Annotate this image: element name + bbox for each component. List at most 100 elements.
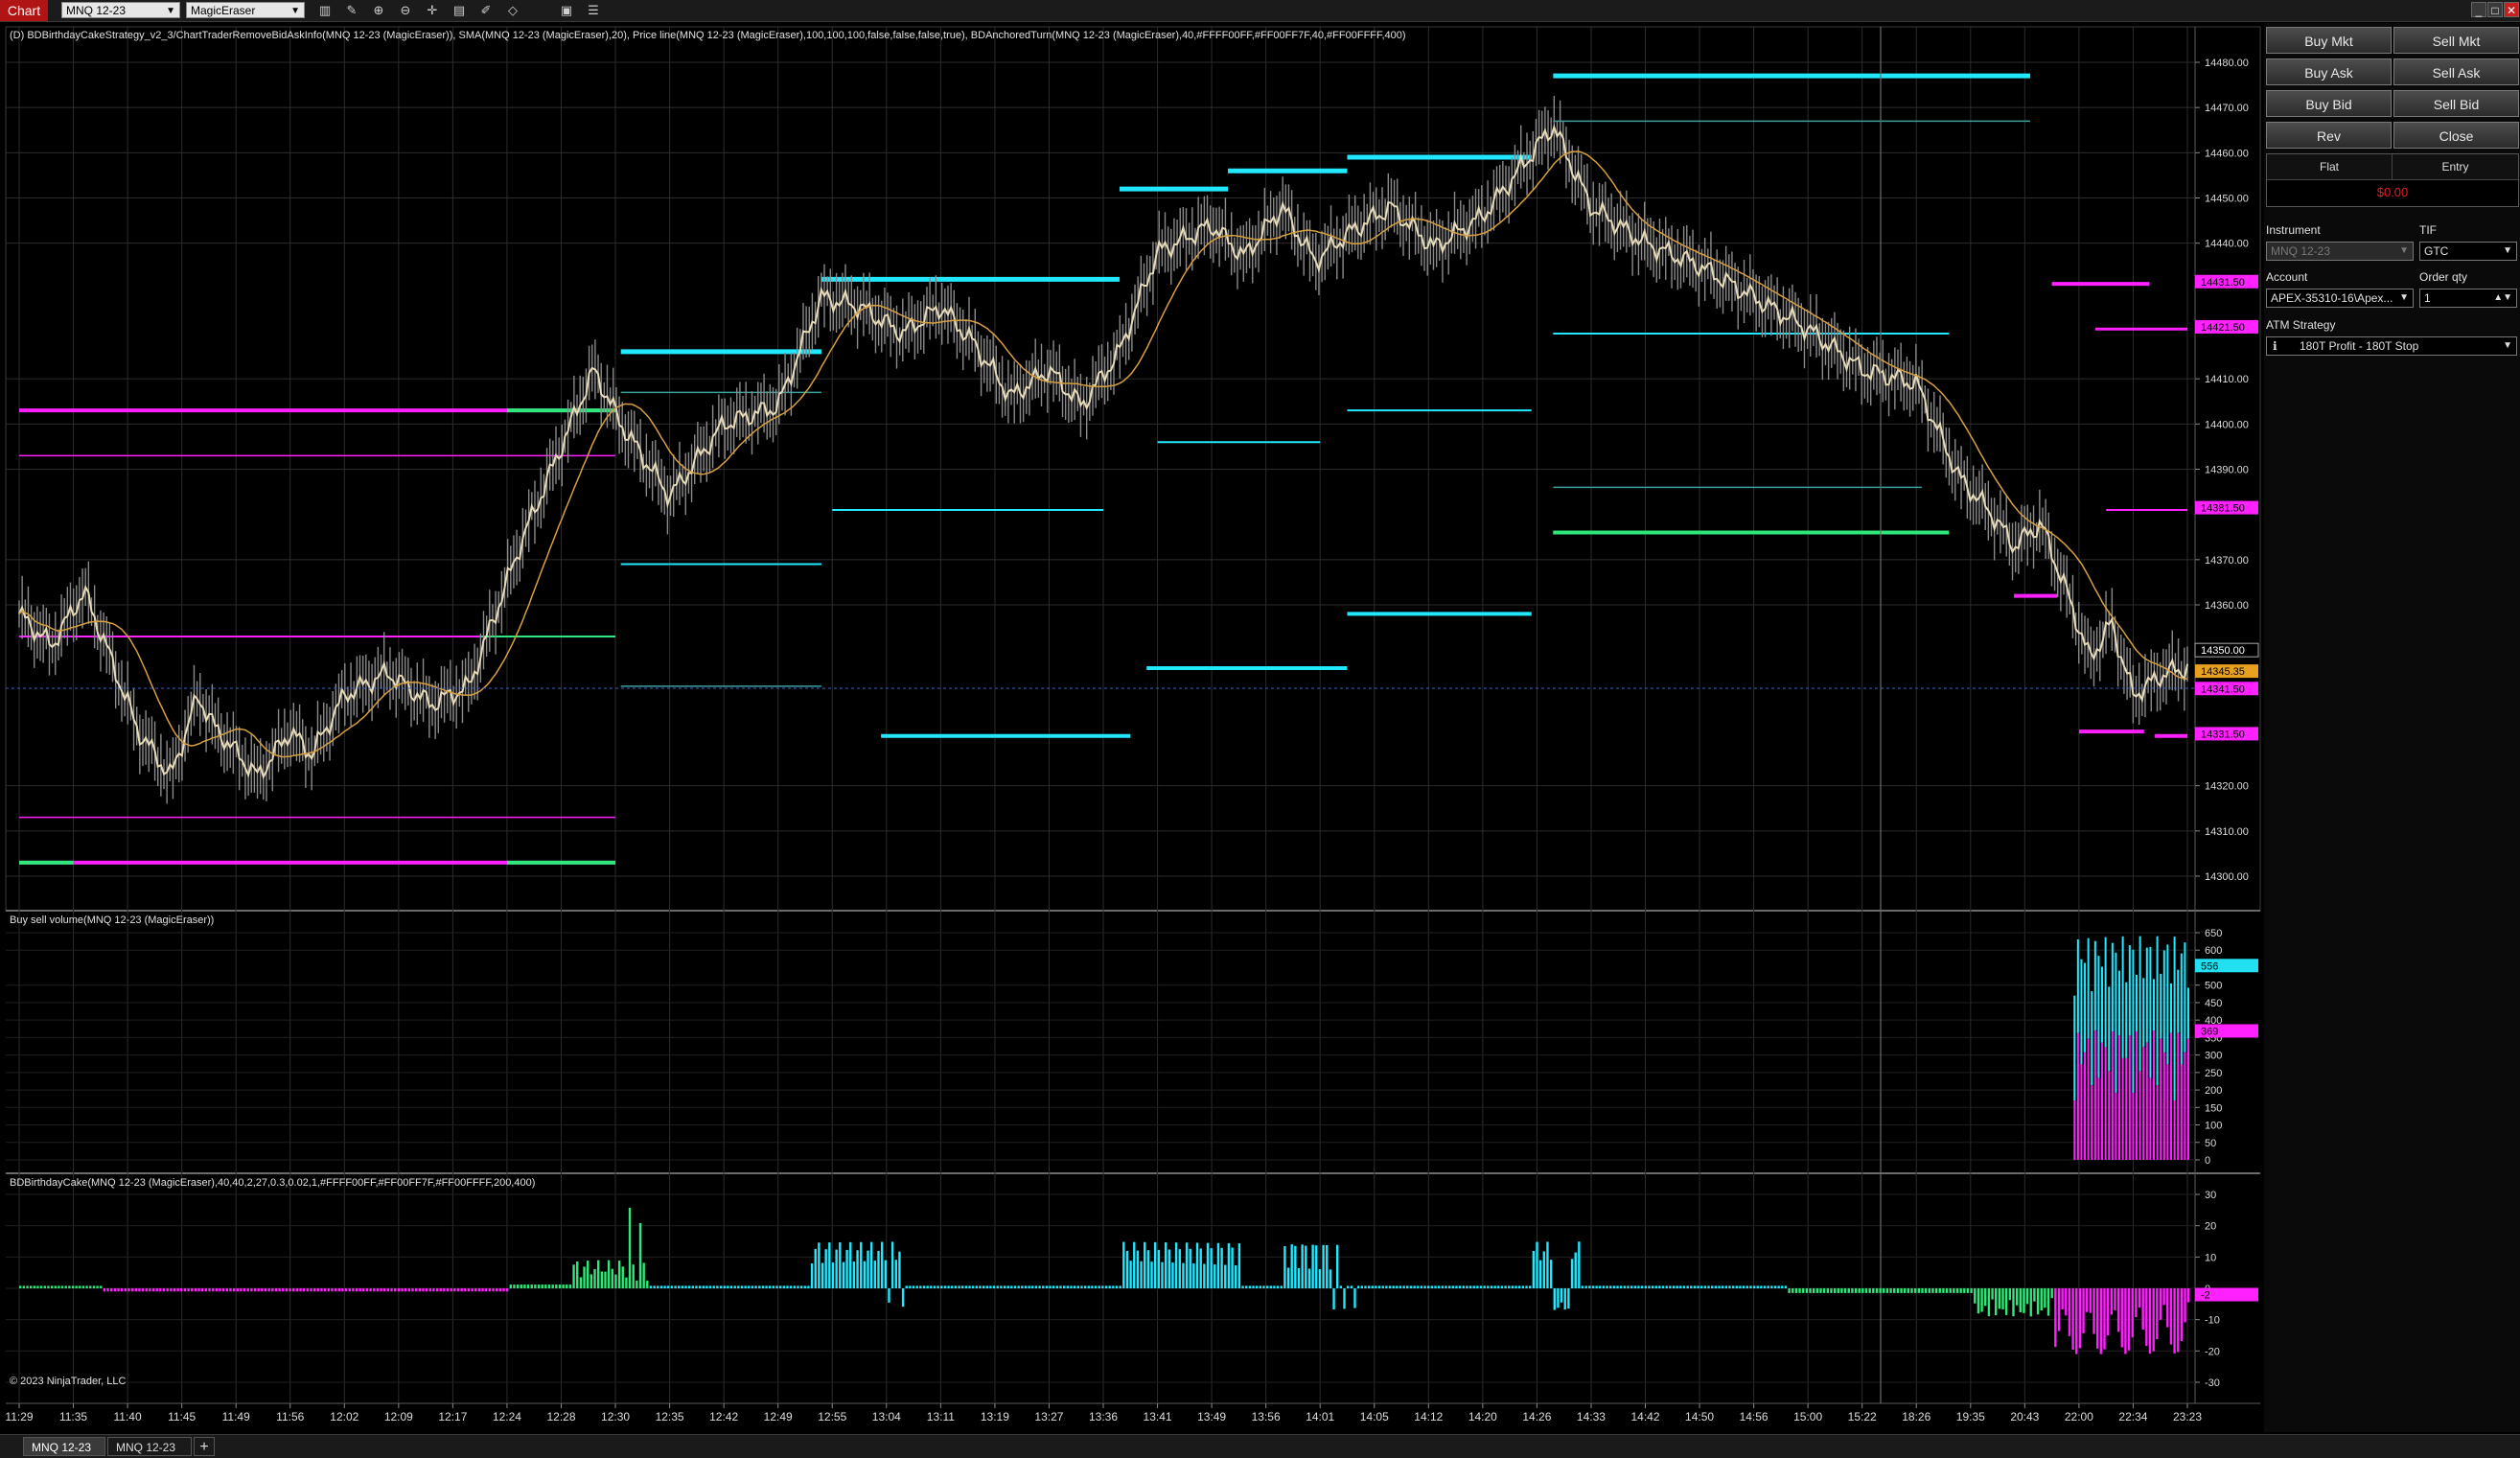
time-tick-label: 14:20 [1468,1410,1497,1423]
cake-bar [1497,1285,1500,1288]
sell-ask-button[interactable]: Sell Ask [2393,58,2519,85]
buy-volume-bar [2160,973,2162,1039]
cake-bar [1767,1285,1769,1288]
sell-volume-bar [2184,1052,2186,1160]
cake-bar [2173,1288,2176,1354]
price-tick-label: 14390.00 [2205,465,2249,476]
stepper-icon[interactable]: ▲▼ [2493,289,2512,307]
buy-mkt-button[interactable]: Buy Mkt [2266,27,2392,54]
sell-bid-button[interactable]: Sell Bid [2393,90,2519,117]
cake-bar [1301,1244,1304,1288]
cake-bar [1953,1288,1955,1293]
cake-bar [1924,1288,1928,1293]
cake-bar [961,1285,964,1288]
buy-bid-button[interactable]: Buy Bid [2266,90,2392,117]
cake-bar [1910,1288,1913,1293]
cake-bar [625,1277,628,1288]
cake-bar [327,1288,330,1292]
rev-button[interactable]: Rev [2266,122,2392,149]
cake-bar [1199,1248,1202,1288]
cake-bar [1070,1285,1073,1288]
cake-bar [117,1288,120,1292]
cake-bar [604,1271,607,1288]
add-tab-icon[interactable]: + [194,1437,215,1456]
drawing-tools-icon[interactable]: ✐ [477,2,495,19]
cake-bar [873,1261,877,1288]
cake-bar [1364,1285,1367,1288]
cake-bar [1427,1285,1430,1288]
list-icon[interactable]: ☰ [585,2,602,19]
atm-strategy-dropdown[interactable]: ℹ 180T Profit - 180T Stop ▼ [2266,336,2517,356]
cake-bar [971,1285,975,1288]
properties-icon[interactable]: ▤ [451,2,468,19]
cake-bar [2184,1288,2186,1323]
close-icon[interactable]: ✕ [2504,2,2519,17]
strategies-icon[interactable]: ◇ [504,2,521,19]
cake-bar [1059,1285,1062,1288]
data-box-icon[interactable]: ▣ [558,2,575,19]
cake-bar [1812,1288,1815,1293]
maximize-icon[interactable]: □ [2487,2,2503,17]
crosshair-icon[interactable]: ✛ [424,2,441,19]
cake-bar [1153,1241,1157,1288]
chart-area[interactable]: (D) BDBirthdayCakeStrategy_v2_3/ChartTra… [0,23,2262,1432]
cake-bar [2152,1288,2155,1352]
cake-bar [936,1285,939,1288]
cake-bar [1045,1285,1049,1288]
chart-window-tab[interactable]: Chart [0,0,48,21]
cake-bar [2068,1288,2071,1336]
zoom-in-icon[interactable]: ⊕ [370,2,387,19]
zoom-out-icon[interactable]: ⊖ [397,2,414,19]
cake-bar [1297,1267,1301,1288]
cake-bar [2095,1288,2099,1349]
cake-bar [2012,1288,2015,1317]
buy-ask-button[interactable]: Buy Ask [2266,58,2392,85]
price-tick-label: 14360.00 [2205,600,2249,612]
tab-mnq-1[interactable]: MNQ 12-23 [23,1437,105,1456]
instrument-dropdown[interactable]: MNQ 12-23 ▼ [2266,242,2414,261]
sell-volume-bar [2125,1057,2128,1160]
cake-bar [985,1285,988,1288]
info-icon[interactable]: ℹ [2273,337,2277,355]
account-dropdown[interactable]: APEX-35310-16\Apex... ▼ [2266,289,2414,308]
cake-bar [397,1288,401,1292]
price-tick-label: 14480.00 [2205,58,2249,69]
cake-bar [404,1288,407,1292]
cake-bar [113,1288,117,1292]
pencil-icon[interactable]: ✎ [343,2,360,19]
cake-bar [1504,1285,1507,1288]
buy-volume-bar [2128,944,2131,1036]
cake-bar [428,1288,431,1292]
tif-dropdown[interactable]: GTC ▼ [2419,242,2517,261]
buy-volume-bar [2118,970,2121,1036]
cake-bar [221,1288,225,1292]
cake-bar [2065,1288,2068,1316]
chevron-down-icon: ▼ [290,6,300,16]
cake-bar [674,1285,677,1288]
cake-bar [1437,1285,1441,1288]
sell-volume-bar [2080,1064,2083,1160]
cake-bar [1584,1285,1587,1288]
cake-bar [1798,1288,1801,1293]
order-qty-stepper[interactable]: 1 ▲▼ [2419,289,2517,308]
cake-bar [1472,1285,1475,1288]
cake-markers: -2 [2195,1287,2258,1302]
close-button[interactable]: Close [2393,122,2519,149]
cake-bar [1955,1288,1959,1293]
cake-bar [869,1241,873,1288]
cake-bar [2166,1288,2169,1328]
cake-bar [243,1288,246,1292]
cake-bar [824,1249,827,1288]
tab-mnq-2[interactable]: MNQ 12-23 [107,1437,192,1456]
cake-bar [1763,1285,1767,1288]
instrument-selector[interactable]: MNQ 12-23 ▼ [61,2,180,18]
cake-bar [1062,1285,1066,1288]
template-selector[interactable]: MagicEraser ▼ [186,2,305,18]
minimize-icon[interactable]: _ [2471,2,2486,17]
cake-bar [1290,1244,1293,1288]
sell-mkt-button[interactable]: Sell Mkt [2393,27,2519,54]
cake-bar [418,1288,421,1292]
cake-bar [1995,1288,1998,1316]
bar-chart-icon[interactable]: ▥ [316,2,334,19]
cake-bar [884,1260,888,1288]
